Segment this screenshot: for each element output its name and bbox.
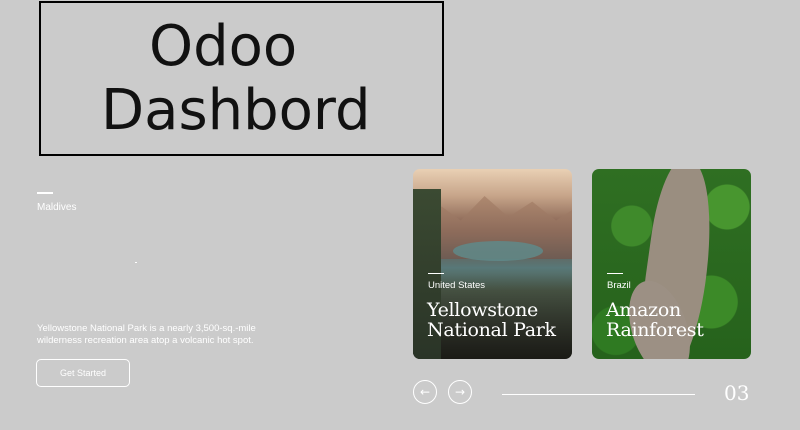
previous-slide-button[interactable]: ← (413, 380, 437, 404)
slide-page-number: 03 (724, 381, 750, 405)
card-title: Amazon Rainforest (606, 299, 704, 341)
arrow-right-icon: → (454, 385, 466, 399)
arrow-left-icon: ← (419, 385, 431, 399)
dashboard-title-line1: Odoo (149, 14, 298, 79)
dashboard-title-box: Odoo Dashbord (39, 1, 444, 156)
slider-progress-line (502, 394, 695, 395)
card-accent-dash (428, 273, 444, 274)
decorative-dot (135, 262, 137, 263)
hero-description: Yellowstone National Park is a nearly 3,… (37, 323, 256, 346)
destination-card-amazon[interactable]: Brazil Amazon Rainforest (592, 169, 751, 359)
get-started-button[interactable]: Get Started (36, 359, 130, 387)
next-slide-button[interactable]: → (448, 380, 472, 404)
card-accent-dash (607, 273, 623, 274)
dashboard-title-line2: Dashbord (101, 78, 371, 143)
hero-location-label: Maldives (37, 202, 77, 213)
hero-accent-dash (37, 192, 53, 194)
card-title: Yellowstone National Park (427, 299, 556, 341)
destination-card-yellowstone[interactable]: United States Yellowstone National Park (413, 169, 572, 359)
card-country: Brazil (607, 280, 631, 291)
card-country: United States (428, 280, 486, 291)
